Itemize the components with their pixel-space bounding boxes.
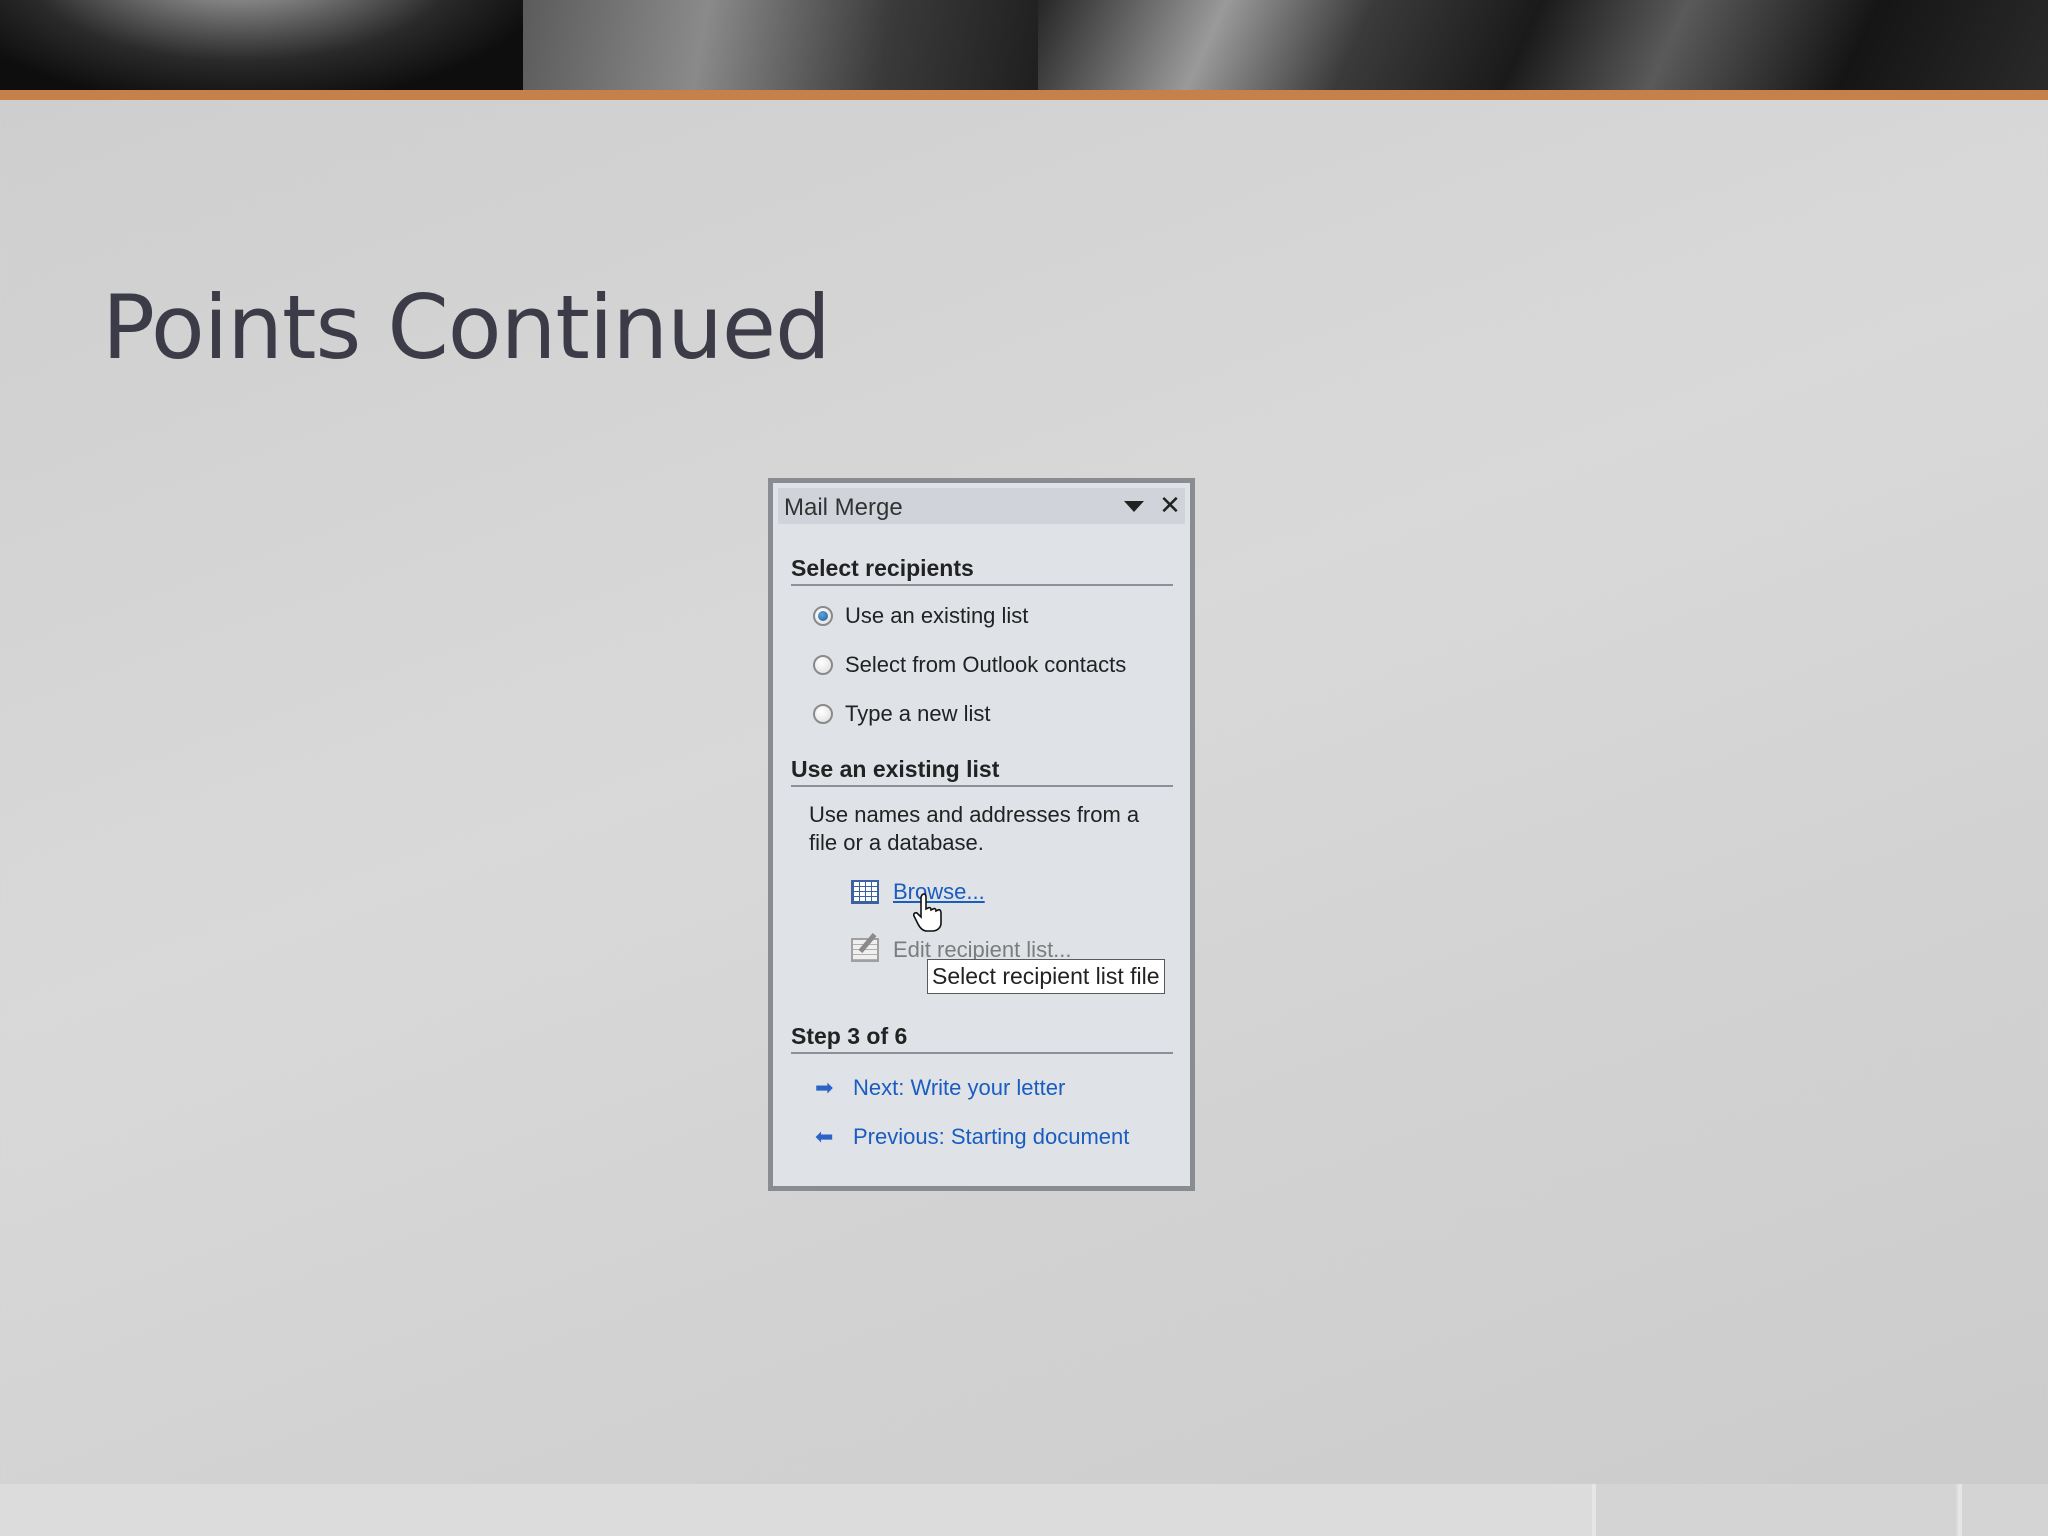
description-text: Use names and addresses from a file or a… — [809, 802, 1140, 855]
table-icon — [851, 880, 879, 904]
slide-title: Points Continued — [102, 276, 831, 379]
section-use-existing-list: Use an existing list — [791, 756, 1173, 787]
footer-segment — [1958, 1484, 2048, 1536]
footer-strip — [0, 1484, 2048, 1536]
mail-merge-pane: Mail Merge ✕ Select recipients Use an ex… — [768, 478, 1195, 1191]
pane-header: Mail Merge ✕ — [778, 488, 1185, 524]
radio-button — [813, 704, 833, 724]
next-step-link[interactable]: ➡ Next: Write your letter — [815, 1075, 1065, 1101]
radio-label: Type a new list — [845, 701, 991, 726]
banner-photo-metal — [523, 0, 1038, 90]
pane-title: Mail Merge — [784, 494, 903, 521]
triangle-down-icon — [1124, 500, 1144, 512]
edit-list-icon — [851, 938, 879, 962]
pane-options-button[interactable] — [1120, 492, 1148, 520]
section-step: Step 3 of 6 — [791, 1023, 1173, 1054]
arrow-left-icon: ⬅ — [815, 1124, 834, 1150]
footer-segment — [1592, 1484, 1956, 1536]
header-photo-banner — [0, 0, 2048, 90]
radio-use-existing-list[interactable]: Use an existing list — [813, 603, 1028, 629]
previous-step-link[interactable]: ⬅ Previous: Starting document — [815, 1124, 1129, 1150]
section-select-recipients: Select recipients — [791, 555, 1173, 586]
arrow-right-icon: ➡ — [815, 1075, 834, 1101]
radio-type-new-list[interactable]: Type a new list — [813, 701, 991, 727]
radio-select-outlook-contacts[interactable]: Select from Outlook contacts — [813, 652, 1126, 678]
close-icon[interactable]: ✕ — [1156, 491, 1184, 521]
banner-photo-rim — [1038, 0, 2048, 90]
next-label: Next: Write your letter — [853, 1075, 1066, 1100]
radio-label: Select from Outlook contacts — [845, 652, 1127, 677]
radio-button — [813, 655, 833, 675]
radio-button-selected — [813, 606, 833, 626]
hand-cursor-icon — [913, 893, 942, 932]
tooltip: Select recipient list file — [927, 959, 1165, 994]
accent-bar — [0, 90, 2048, 100]
previous-label: Previous: Starting document — [853, 1124, 1130, 1149]
radio-label: Use an existing list — [845, 603, 1029, 628]
banner-photo-wheel — [0, 0, 523, 90]
